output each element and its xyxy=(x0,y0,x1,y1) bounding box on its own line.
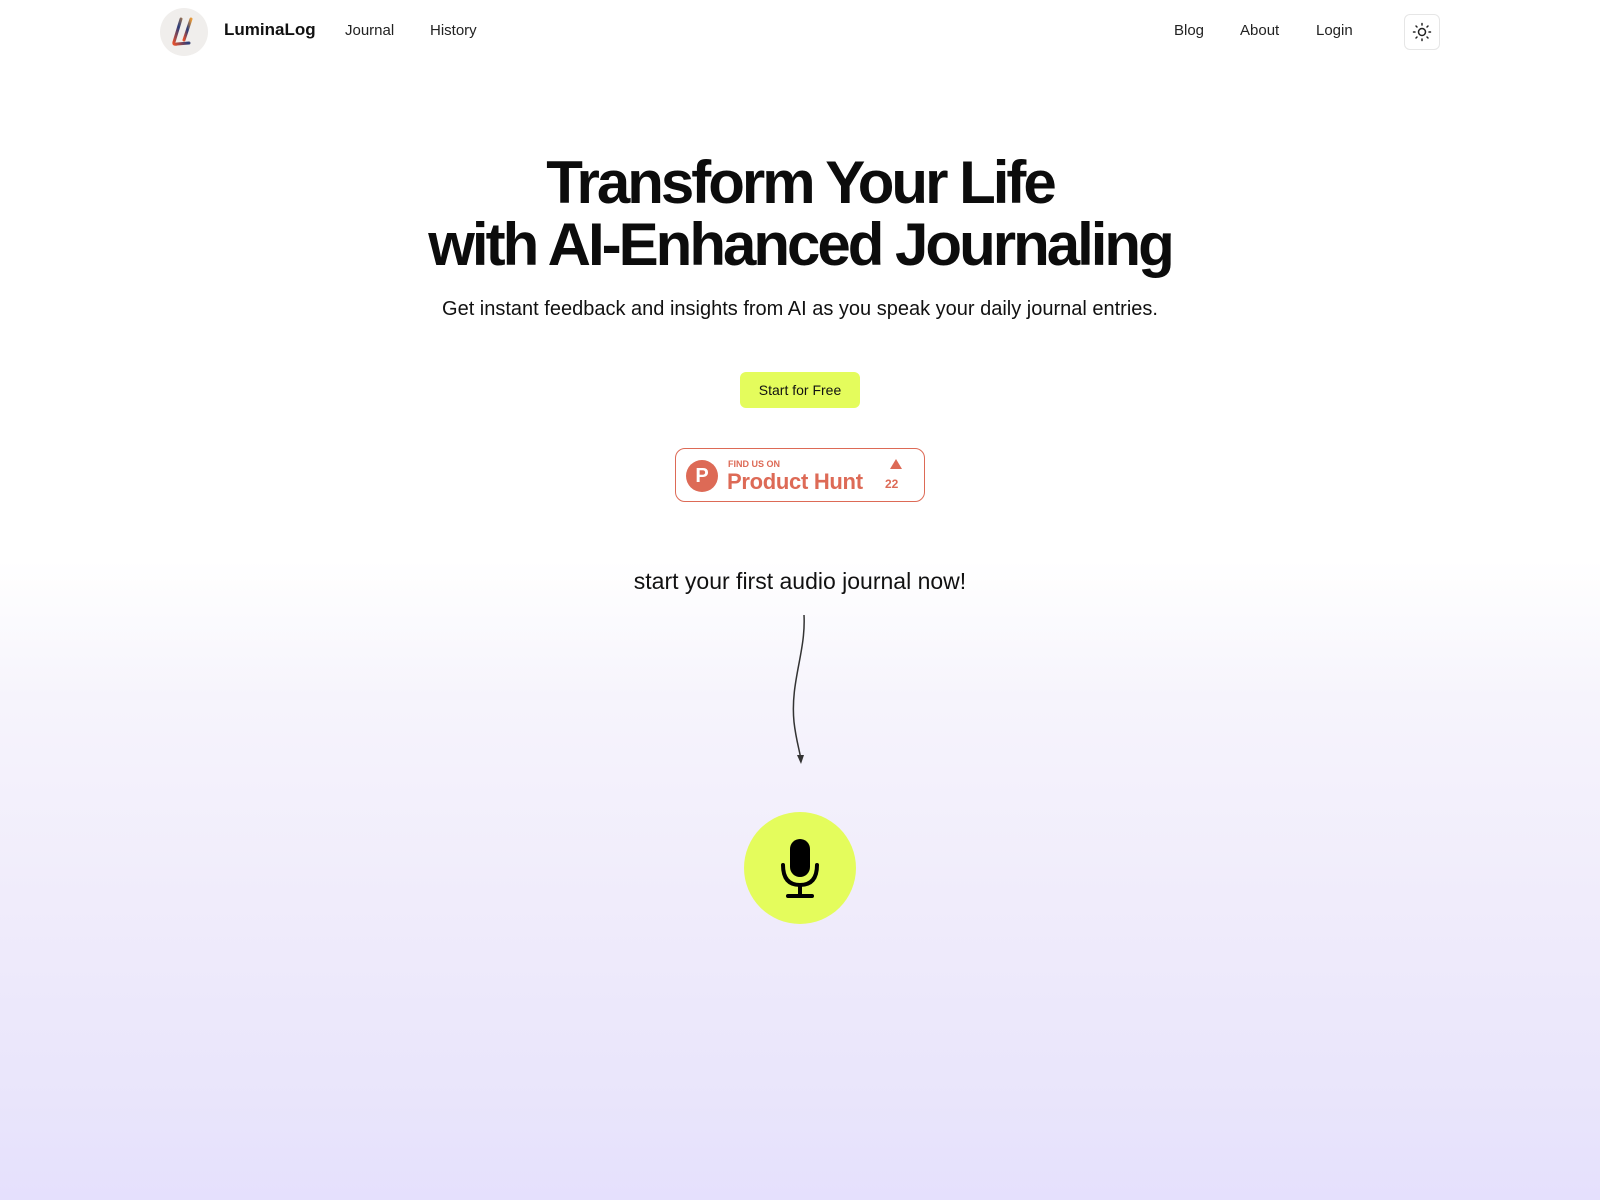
microphone-icon xyxy=(781,839,819,898)
hero-title-line2: with AI-Enhanced Journaling xyxy=(428,211,1174,278)
top-nav: LuminaLog Journal History Blog About Log… xyxy=(0,0,1600,64)
sun-icon xyxy=(1412,22,1432,42)
hero-title-line1: Transform Your Life xyxy=(546,149,1057,216)
record-microphone-button[interactable] xyxy=(744,812,856,924)
upvote-triangle-icon xyxy=(890,459,902,469)
nav-link-about[interactable]: About xyxy=(1240,22,1279,39)
nav-link-blog[interactable]: Blog xyxy=(1174,22,1204,39)
hero-subtitle: Get instant feedback and insights from A… xyxy=(442,298,1158,320)
nav-link-journal[interactable]: Journal xyxy=(345,22,394,39)
product-hunt-badge[interactable]: P FIND US ON Product Hunt 22 xyxy=(675,448,925,502)
start-for-free-button[interactable]: Start for Free xyxy=(740,372,860,408)
audio-journal-prompt: start your first audio journal now! xyxy=(633,568,967,594)
luminalog-logo-icon xyxy=(172,17,193,46)
hero-title: Transform Your Life with AI-Enhanced Jou… xyxy=(0,152,1600,276)
curved-arrow-down-icon xyxy=(792,614,805,764)
theme-toggle-button[interactable] xyxy=(1404,14,1440,50)
product-hunt-name: Product Hunt xyxy=(727,469,863,494)
nav-link-login[interactable]: Login xyxy=(1316,22,1353,39)
product-hunt-logo-icon: P xyxy=(686,460,718,492)
brand-name[interactable]: LuminaLog xyxy=(224,20,316,40)
product-hunt-upvote-count: 22 xyxy=(885,477,899,491)
logo[interactable] xyxy=(160,8,208,56)
nav-link-history[interactable]: History xyxy=(430,22,477,39)
product-hunt-find-label: FIND US ON xyxy=(728,459,781,469)
